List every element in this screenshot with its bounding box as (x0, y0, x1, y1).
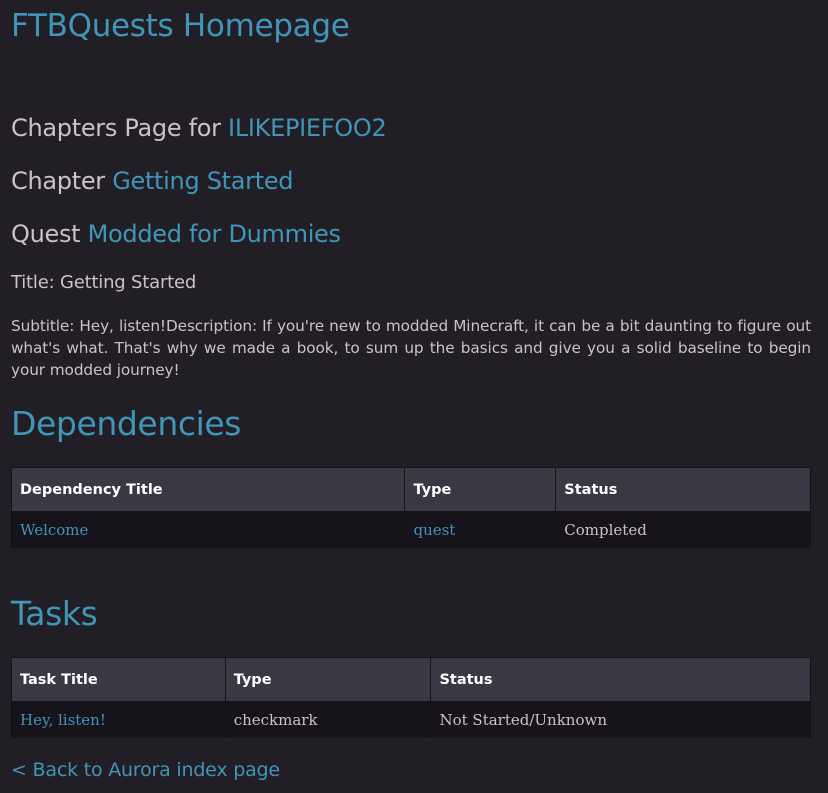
chapter-prefix: Chapter (11, 167, 113, 195)
chapter-heading: Chapter Getting Started (11, 166, 294, 196)
table-row: Welcome quest Completed (10, 511, 811, 548)
task-status: Not Started/Unknown (430, 701, 811, 738)
homepage-title-link[interactable]: FTBQuests Homepage (11, 8, 350, 44)
quest-prefix: Quest (11, 220, 88, 248)
table-header-row: Dependency Title Type Status (10, 467, 811, 512)
quest-heading: Quest Modded for Dummies (11, 219, 341, 249)
homepage-link[interactable]: FTBQuests Homepage (11, 6, 350, 46)
task-type: checkmark (224, 701, 432, 738)
column-header-status: Status (430, 657, 811, 702)
task-title-link[interactable]: Hey, listen! (11, 701, 226, 738)
chapters-heading: Chapters Page for ILIKEPIEFOO2 (11, 113, 387, 143)
chapter-link[interactable]: Getting Started (112, 167, 293, 195)
column-header-type: Type (404, 467, 557, 512)
tasks-heading: Tasks (11, 594, 98, 633)
column-header-task-title: Task Title (11, 657, 226, 702)
dependency-type-link[interactable]: quest (404, 511, 557, 548)
quest-description: Subtitle: Hey, listen!Description: If yo… (11, 317, 811, 379)
quest-link[interactable]: Modded for Dummies (88, 220, 341, 248)
dependencies-heading: Dependencies (11, 404, 242, 443)
chapters-user-link[interactable]: ILIKEPIEFOO2 (228, 114, 387, 142)
column-header-status: Status (555, 467, 811, 512)
page: FTBQuests Homepage Chapters Page for ILI… (0, 0, 828, 793)
chapters-prefix: Chapters Page for (11, 114, 229, 142)
table-header-row: Task Title Type Status (11, 657, 811, 702)
column-header-dependency-title: Dependency Title (10, 467, 406, 512)
quest-title: Title: Getting Started (11, 272, 197, 293)
back-to-index-link[interactable]: < Back to Aurora index page (11, 757, 280, 783)
dependency-status: Completed (555, 511, 811, 548)
tasks-table: Task Title Type Status Hey, listen! chec… (11, 657, 811, 738)
dependencies-table: Dependency Title Type Status Welcome que… (10, 467, 811, 548)
dependency-title-link[interactable]: Welcome (10, 511, 406, 548)
table-row: Hey, listen! checkmark Not Started/Unkno… (11, 701, 811, 738)
column-header-type: Type (224, 657, 432, 702)
